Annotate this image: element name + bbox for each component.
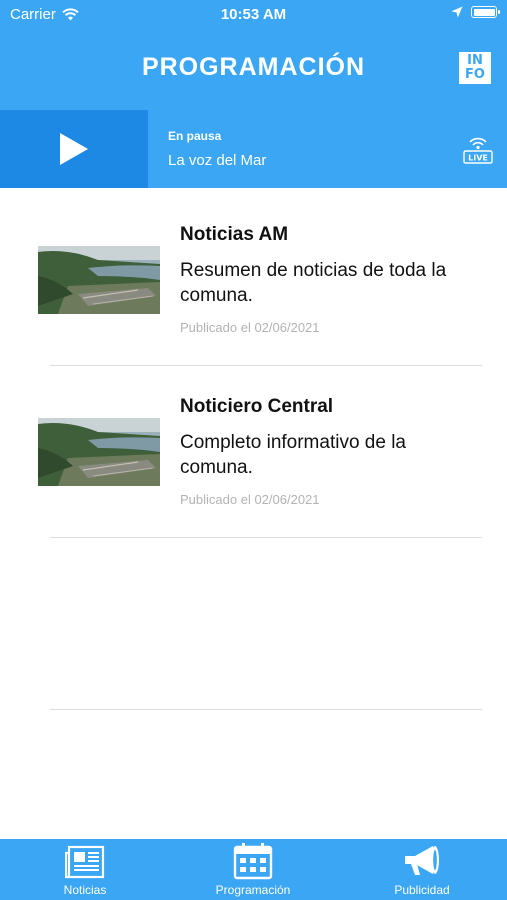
info-button[interactable]: IN FO bbox=[459, 52, 491, 84]
status-bar: Carrier 10:53 AM bbox=[0, 0, 507, 30]
program-title: Noticiero Central bbox=[180, 396, 334, 417]
play-icon bbox=[60, 133, 88, 165]
newspaper-icon bbox=[65, 845, 105, 879]
clock: 10:53 AM bbox=[220, 6, 287, 23]
divider bbox=[50, 709, 482, 710]
megaphone-icon bbox=[405, 846, 439, 875]
info-letters-top: IN bbox=[467, 53, 483, 68]
live-label: LIVE bbox=[468, 154, 488, 163]
player-status: En pausa bbox=[168, 129, 222, 143]
location-arrow-icon bbox=[451, 6, 463, 18]
page-title: PROGRAMACIÓN bbox=[141, 53, 366, 81]
tab-programacion[interactable]: Programación bbox=[203, 839, 303, 900]
tab-label: Publicidad bbox=[394, 883, 450, 897]
play-button[interactable] bbox=[0, 110, 148, 188]
calendar-icon bbox=[233, 843, 273, 880]
program-thumbnail bbox=[38, 418, 160, 486]
top-bar: Carrier 10:53 AM PROGRAMACIÓN IN FO bbox=[0, 0, 507, 110]
program-item[interactable]: Noticias AM Resumen de noticias de toda … bbox=[0, 188, 507, 360]
tab-bar: Noticias Programación Publicidad bbox=[0, 839, 507, 900]
program-item[interactable]: Noticiero Central Completo informativo d… bbox=[0, 360, 507, 532]
program-thumbnail bbox=[38, 246, 160, 314]
station-name: La voz del Mar bbox=[168, 152, 267, 169]
tab-publicidad[interactable]: Publicidad bbox=[387, 839, 457, 900]
program-description: Completo informativo de la comuna. bbox=[180, 432, 406, 478]
status-right bbox=[451, 6, 500, 18]
tab-noticias[interactable]: Noticias bbox=[50, 839, 120, 900]
info-letters-bottom: FO bbox=[465, 67, 485, 82]
divider bbox=[50, 537, 482, 538]
program-description: Resumen de noticias de toda la comuna. bbox=[180, 260, 447, 306]
battery-icon bbox=[471, 6, 500, 18]
program-date: Publicado el 02/06/2021 bbox=[180, 320, 320, 335]
tab-label: Programación bbox=[215, 883, 291, 897]
program-date: Publicado el 02/06/2021 bbox=[180, 492, 320, 507]
audio-player: En pausa La voz del Mar bbox=[0, 110, 507, 188]
live-icon[interactable]: LIVE bbox=[462, 133, 494, 165]
program-title: Noticias AM bbox=[180, 224, 289, 245]
tab-label: Noticias bbox=[63, 883, 107, 897]
